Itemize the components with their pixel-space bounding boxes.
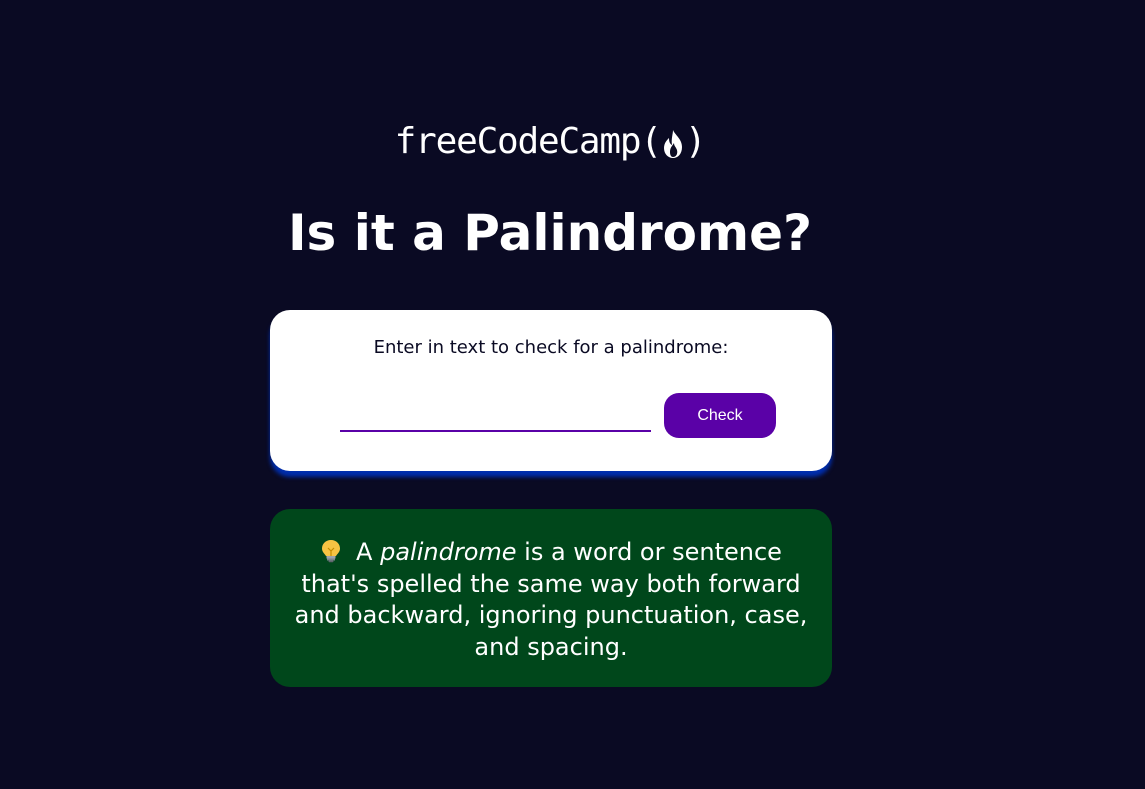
fire-icon (663, 130, 682, 158)
page-title: Is it a Palindrome? (287, 204, 813, 262)
definition-article: A (356, 538, 373, 566)
definition-term: palindrome (380, 538, 517, 566)
check-button[interactable]: Check (664, 393, 776, 438)
palindrome-definition-card: A palindrome is a word or sentence that'… (270, 509, 832, 687)
definition-text: is a word or sentence that's spelled the… (294, 538, 808, 661)
logo-close-paren: ) (684, 121, 707, 162)
lightbulb-icon (322, 540, 341, 563)
text-input[interactable] (340, 398, 651, 432)
input-card: Enter in text to check for a palindrome: (270, 310, 832, 471)
input-label: Enter in text to check for a palindrome: (373, 337, 729, 358)
freecodecamp-logo: freeCodeCamp() (0, 122, 1100, 162)
logo-text: freeCodeCamp( (394, 121, 662, 162)
page: freeCodeCamp() Is it a Palindrome? Enter… (0, 0, 1145, 789)
